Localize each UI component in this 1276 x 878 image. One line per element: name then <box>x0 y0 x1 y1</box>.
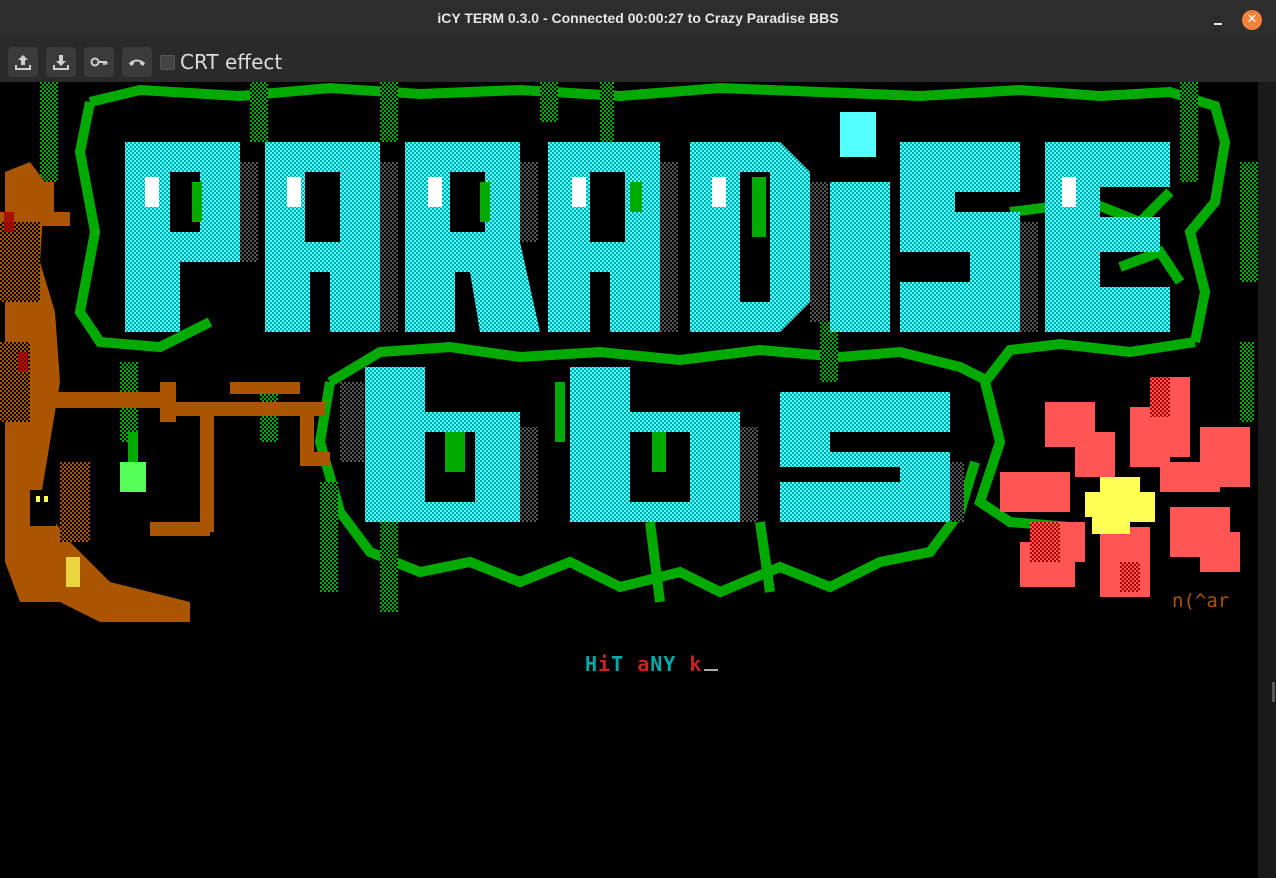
key-icon <box>90 57 108 67</box>
crt-effect-toggle[interactable]: CRT effect <box>160 50 283 74</box>
ansi-art-paradise-bbs <box>0 82 1258 622</box>
upload-button[interactable] <box>8 47 38 77</box>
flower-center <box>1085 477 1155 534</box>
hangup-button[interactable] <box>122 47 152 77</box>
letter-b1 <box>365 367 520 522</box>
prompt-char <box>676 652 689 676</box>
upload-icon <box>15 55 31 70</box>
letter-A2 <box>548 142 660 332</box>
terminal-scrollbar[interactable] <box>1258 82 1276 878</box>
prompt-char: H <box>585 652 599 676</box>
letter-S <box>900 142 1020 332</box>
hit-any-key-prompt: HiT aNY k <box>585 652 719 676</box>
artist-signature: n(^ar <box>1172 590 1230 612</box>
logo-paradise-letters <box>125 112 1170 332</box>
green-drop <box>120 462 146 492</box>
prompt-char: Y <box>663 652 677 676</box>
close-icon: ✕ <box>1246 12 1258 27</box>
prompt-char: N <box>650 652 664 676</box>
letter-E <box>1045 142 1170 332</box>
prompt-char: i <box>598 652 612 676</box>
hangup-phone-icon <box>129 59 145 66</box>
letter-D <box>690 142 810 332</box>
close-button[interactable]: ✕ <box>1242 10 1262 30</box>
prompt-text: HiT aNY k <box>585 652 702 676</box>
letter-s <box>780 392 950 522</box>
minimize-button[interactable] <box>1212 12 1226 26</box>
prompt-char: T <box>611 652 625 676</box>
window-title: iCY TERM 0.3.0 - Connected 00:00:27 to C… <box>437 10 839 26</box>
letter-A1 <box>265 142 380 332</box>
toolbar: CRT effect <box>0 39 1276 82</box>
prompt-char: a <box>637 652 651 676</box>
title-bar: iCY TERM 0.3.0 - Connected 00:00:27 to C… <box>0 0 1276 39</box>
terminal-screen[interactable]: n(^ar HiT aNY k <box>0 82 1258 878</box>
crt-effect-checkbox[interactable] <box>160 54 175 70</box>
prompt-char <box>624 652 637 676</box>
letter-P <box>125 142 240 332</box>
letter-R <box>405 142 540 332</box>
scrollbar-thumb[interactable] <box>1272 682 1275 702</box>
terminal-cursor <box>704 669 719 671</box>
download-button[interactable] <box>46 47 76 77</box>
letter-i <box>830 182 890 332</box>
prompt-char: k <box>689 652 703 676</box>
download-icon <box>53 55 69 70</box>
login-key-button[interactable] <box>84 47 114 77</box>
crt-effect-label: CRT effect <box>180 50 283 74</box>
tree-hollow <box>30 490 56 526</box>
